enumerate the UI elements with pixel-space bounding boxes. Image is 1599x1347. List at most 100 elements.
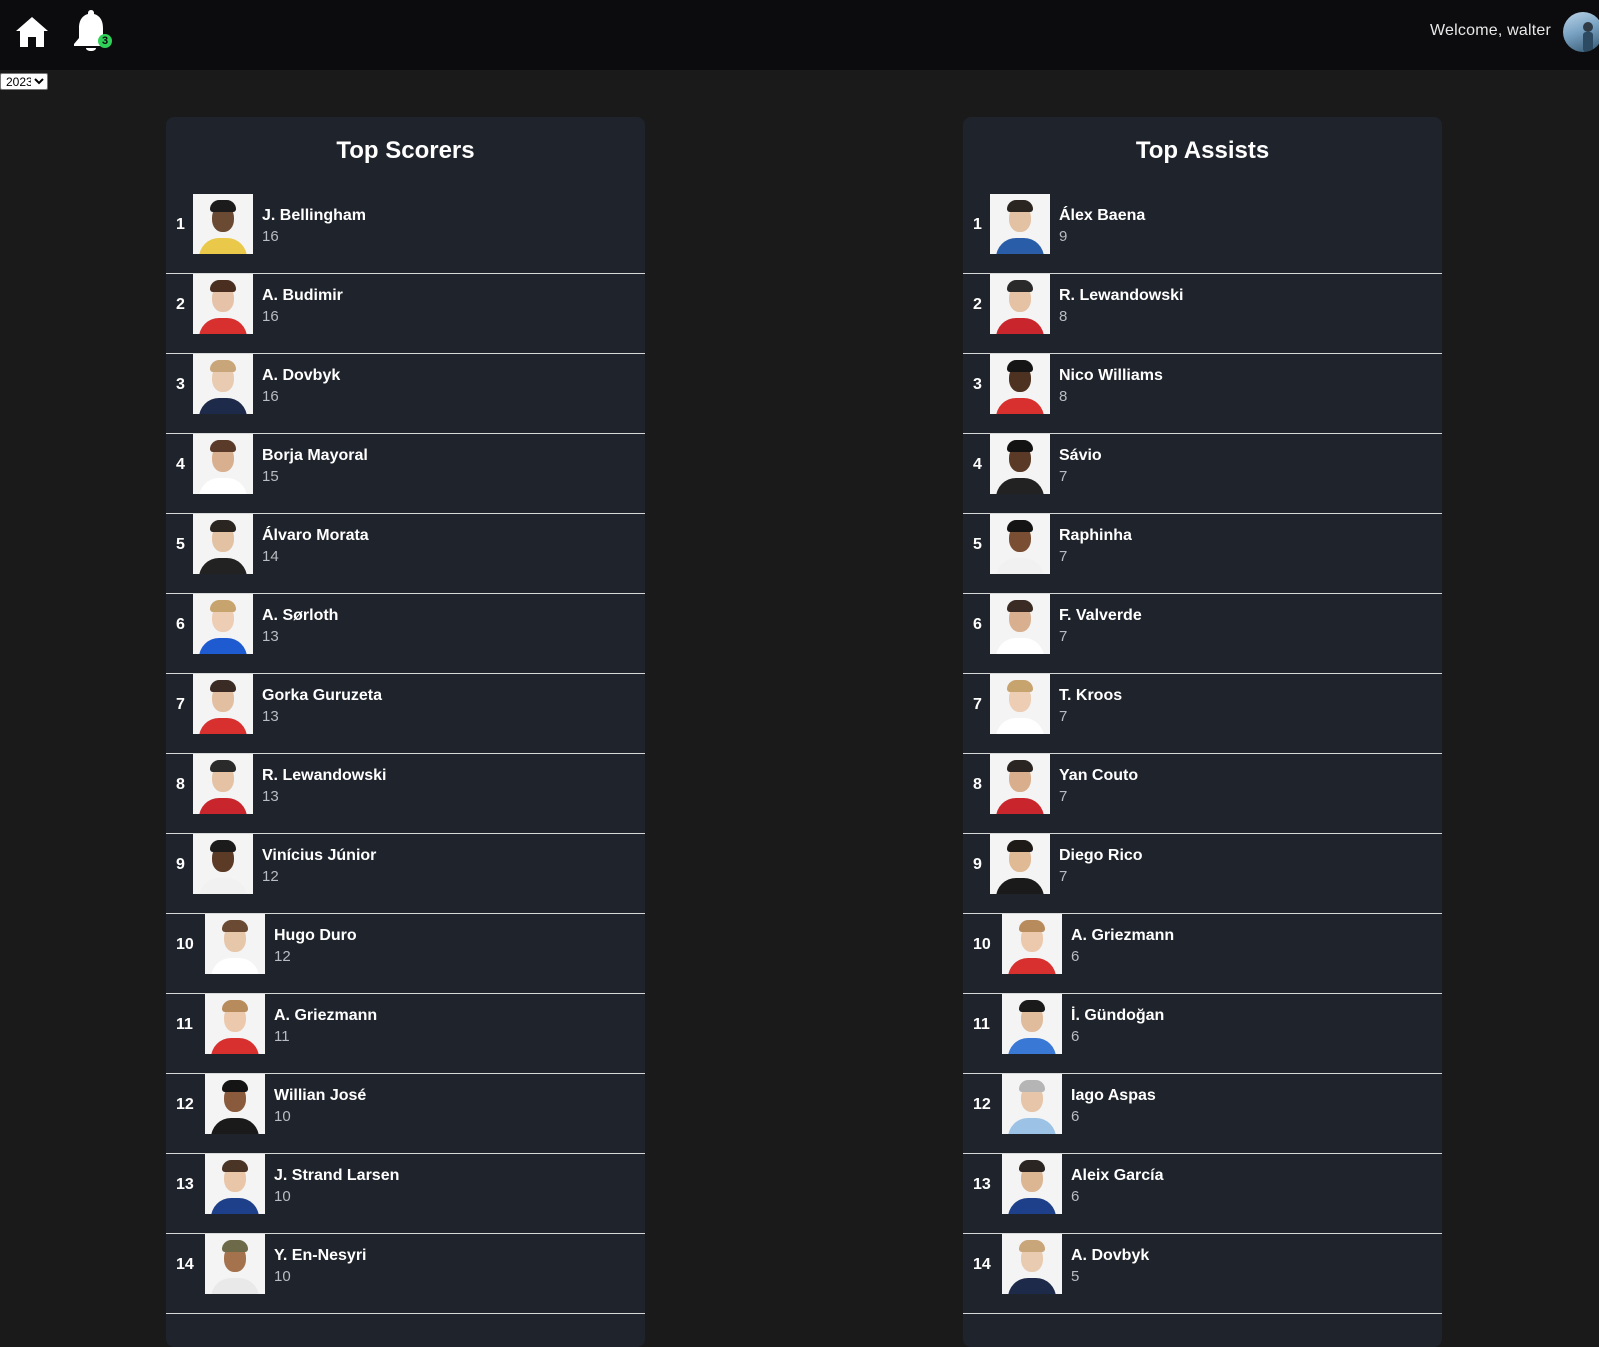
leaderboard-row[interactable]: 1 Álex Baena 9 bbox=[963, 194, 1442, 274]
player-photo bbox=[990, 674, 1050, 734]
player-name[interactable]: T. Kroos bbox=[1059, 687, 1122, 705]
player-name[interactable]: Vinícius Júnior bbox=[262, 847, 376, 865]
leaderboard-row[interactable]: 7 T. Kroos 7 bbox=[963, 674, 1442, 754]
leaderboard-row[interactable]: 12 Iago Aspas 6 bbox=[963, 1074, 1442, 1154]
top-nav-bar: 3 Welcome, walter bbox=[0, 0, 1599, 70]
welcome-text: Welcome, walter bbox=[1430, 22, 1551, 39]
player-photo bbox=[193, 354, 253, 414]
rank-number: 11 bbox=[176, 1016, 193, 1033]
player-photo bbox=[205, 1234, 265, 1294]
season-select[interactable]: 2023 bbox=[0, 73, 48, 90]
player-photo bbox=[193, 674, 253, 734]
stat-value: 10 bbox=[274, 1268, 291, 1285]
leaderboard-row[interactable]: 11 İ. Gündoğan 6 bbox=[963, 994, 1442, 1074]
leaderboard-row[interactable]: 8 Yan Couto 7 bbox=[963, 754, 1442, 834]
stat-value: 9 bbox=[1059, 228, 1068, 245]
leaderboard-row[interactable]: 12 Willian José 10 bbox=[166, 1074, 645, 1154]
leaderboard-row[interactable]: 9 Vinícius Júnior 12 bbox=[166, 834, 645, 914]
player-name[interactable]: A. Budimir bbox=[262, 287, 343, 305]
rank-number: 12 bbox=[176, 1096, 194, 1113]
player-name[interactable]: A. Griezmann bbox=[1071, 927, 1174, 945]
top-scorers-panel: Top Scorers 1 J. Bellingham 16 2 A. Budimir 1… bbox=[166, 117, 645, 1347]
leaderboard-row[interactable]: 3 Nico Williams 8 bbox=[963, 354, 1442, 434]
player-name[interactable]: J. Bellingham bbox=[262, 207, 366, 225]
user-avatar[interactable] bbox=[1563, 12, 1599, 52]
leaderboard-row[interactable]: 10 A. Griezmann 6 bbox=[963, 914, 1442, 994]
stat-value: 7 bbox=[1059, 868, 1068, 885]
leaderboard-row[interactable]: 1 J. Bellingham 16 bbox=[166, 194, 645, 274]
leaderboard-row[interactable]: 9 Diego Rico 7 bbox=[963, 834, 1442, 914]
rank-number: 13 bbox=[973, 1176, 991, 1193]
player-name[interactable]: A. Dovbyk bbox=[1071, 1247, 1149, 1265]
leaderboard-row[interactable]: 6 A. Sørloth 13 bbox=[166, 594, 645, 674]
player-name[interactable]: Diego Rico bbox=[1059, 847, 1143, 865]
rank-number: 10 bbox=[176, 936, 194, 953]
leaderboard-row[interactable]: 5 Álvaro Morata 14 bbox=[166, 514, 645, 594]
leaderboard-row[interactable]: 11 A. Griezmann 11 bbox=[166, 994, 645, 1074]
player-name[interactable]: Álvaro Morata bbox=[262, 527, 369, 545]
leaderboard-row[interactable]: 2 R. Lewandowski 8 bbox=[963, 274, 1442, 354]
leaderboard-row[interactable]: 7 Gorka Guruzeta 13 bbox=[166, 674, 645, 754]
stat-value: 7 bbox=[1059, 708, 1068, 725]
player-name[interactable]: Aleix García bbox=[1071, 1167, 1164, 1185]
player-name[interactable]: Yan Couto bbox=[1059, 767, 1138, 785]
player-name[interactable]: A. Griezmann bbox=[274, 1007, 377, 1025]
stat-value: 11 bbox=[274, 1028, 290, 1045]
player-name[interactable]: Iago Aspas bbox=[1071, 1087, 1156, 1105]
rank-number: 11 bbox=[973, 1016, 990, 1033]
player-name[interactable]: R. Lewandowski bbox=[1059, 287, 1183, 305]
player-name[interactable]: Raphinha bbox=[1059, 527, 1132, 545]
player-name[interactable]: A. Sørloth bbox=[262, 607, 338, 625]
leaderboard-row[interactable]: 10 Hugo Duro 12 bbox=[166, 914, 645, 994]
player-photo bbox=[1002, 914, 1062, 974]
player-name[interactable]: Borja Mayoral bbox=[262, 447, 368, 465]
player-photo bbox=[1002, 994, 1062, 1054]
leaderboard-row[interactable]: 4 Borja Mayoral 15 bbox=[166, 434, 645, 514]
leaderboard-row[interactable]: 13 J. Strand Larsen 10 bbox=[166, 1154, 645, 1234]
leaderboard-row[interactable]: 5 Raphinha 7 bbox=[963, 514, 1442, 594]
stat-value: 8 bbox=[1059, 308, 1068, 325]
leaderboard-row[interactable]: 14 Y. En-Nesyri 10 bbox=[166, 1234, 645, 1314]
leaderboard-row[interactable]: 8 R. Lewandowski 13 bbox=[166, 754, 645, 834]
leaderboard-row[interactable]: 14 A. Dovbyk 5 bbox=[963, 1234, 1442, 1314]
player-photo bbox=[990, 834, 1050, 894]
player-name[interactable]: Y. En-Nesyri bbox=[274, 1247, 366, 1265]
stat-value: 13 bbox=[262, 708, 279, 725]
player-name[interactable]: İ. Gündoğan bbox=[1071, 1007, 1164, 1025]
leaderboard-row[interactable]: 6 F. Valverde 7 bbox=[963, 594, 1442, 674]
player-photo bbox=[193, 754, 253, 814]
notification-count-badge: 3 bbox=[98, 34, 112, 48]
stat-value: 13 bbox=[262, 628, 279, 645]
player-name[interactable]: A. Dovbyk bbox=[262, 367, 340, 385]
player-name[interactable]: Hugo Duro bbox=[274, 927, 357, 945]
stat-value: 6 bbox=[1071, 1188, 1080, 1205]
stat-value: 5 bbox=[1071, 1268, 1080, 1285]
player-photo bbox=[205, 994, 265, 1054]
player-name[interactable]: Willian José bbox=[274, 1087, 366, 1105]
player-name[interactable]: Nico Williams bbox=[1059, 367, 1163, 385]
player-name[interactable]: Gorka Guruzeta bbox=[262, 687, 382, 705]
leaderboard-row[interactable]: 13 Aleix García 6 bbox=[963, 1154, 1442, 1234]
notifications-button[interactable]: 3 bbox=[72, 8, 116, 54]
leaderboard-row[interactable]: 3 A. Dovbyk 16 bbox=[166, 354, 645, 434]
player-name[interactable]: R. Lewandowski bbox=[262, 767, 386, 785]
player-name[interactable]: Sávio bbox=[1059, 447, 1102, 465]
stat-value: 16 bbox=[262, 228, 279, 245]
player-photo bbox=[1002, 1074, 1062, 1134]
player-name[interactable]: Álex Baena bbox=[1059, 207, 1145, 225]
player-photo bbox=[205, 1074, 265, 1134]
player-photo bbox=[205, 1154, 265, 1214]
player-name[interactable]: F. Valverde bbox=[1059, 607, 1142, 625]
player-photo bbox=[193, 594, 253, 654]
stat-value: 7 bbox=[1059, 548, 1068, 565]
leaderboard-row[interactable]: 4 Sávio 7 bbox=[963, 434, 1442, 514]
player-photo bbox=[193, 194, 253, 254]
leaderboard-row[interactable]: 2 A. Budimir 16 bbox=[166, 274, 645, 354]
stat-value: 8 bbox=[1059, 388, 1068, 405]
player-name[interactable]: J. Strand Larsen bbox=[274, 1167, 399, 1185]
home-icon[interactable] bbox=[14, 14, 50, 50]
rank-number: 12 bbox=[973, 1096, 991, 1113]
player-photo bbox=[990, 274, 1050, 334]
stat-value: 6 bbox=[1071, 1028, 1080, 1045]
player-photo bbox=[193, 274, 253, 334]
